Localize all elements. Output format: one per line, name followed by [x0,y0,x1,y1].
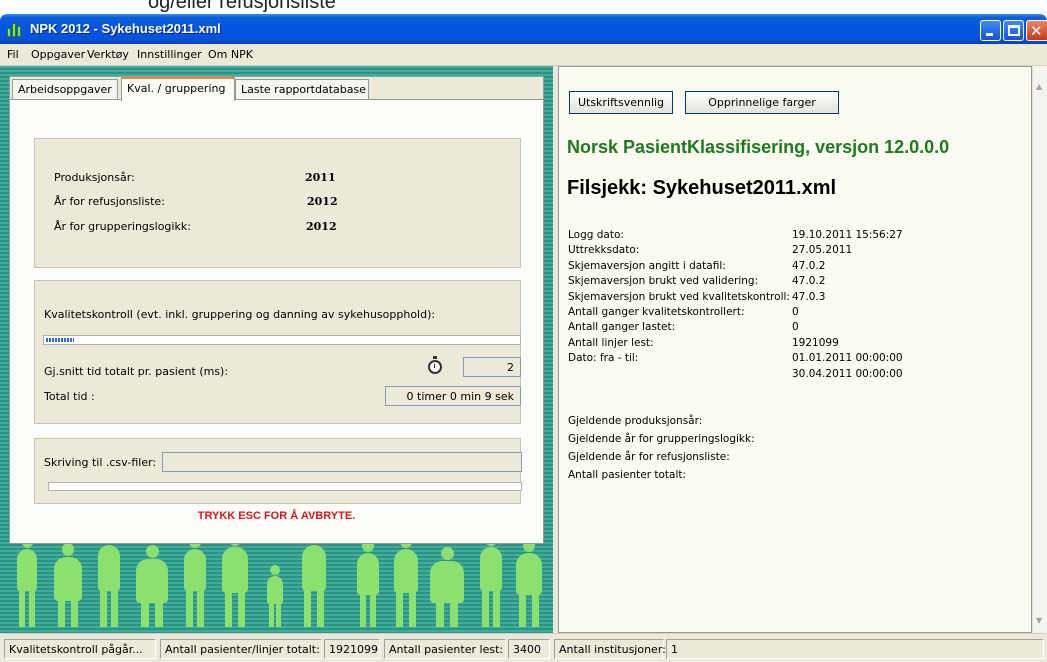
stopwatch-icon [428,356,442,374]
background-window-text: og/eller refusjonsliste [0,0,1047,14]
refusjonsliste-year-label: År for refusjonsliste: [54,195,165,208]
silhouette-figure [392,535,420,627]
menu-innstillinger[interactable]: Innstillinger [137,48,202,61]
minimize-icon [986,33,993,36]
abort-hint: TRYKK ESC FOR Å AVBRYTE. [197,510,356,522]
print-friendly-button[interactable]: Utskriftsvennlig [569,91,673,114]
report-subheading: Filsjekk: Sykehuset2011.xml [567,177,837,199]
silhouette-child-figure [266,565,284,627]
silhouette-figure [514,539,544,627]
report-row-value: 27.05.2011 [792,244,853,256]
menu-oppgaver[interactable]: Oppgaver [31,48,85,61]
report-summary-label: Gjeldende år for grupperingslogikk: [568,433,755,445]
silhouette-figure [356,539,380,627]
status-patients-total-value: 1921099 [324,639,380,659]
report-row-label: Skjemaversjon brukt ved kvalitetskontrol… [568,291,790,303]
quality-control-progress-fill [46,338,74,342]
quality-control-label: Kvalitetskontroll (evt. inkl. gruppering… [44,308,436,321]
silhouette-figure [182,535,208,627]
status-institutions-label: Antall institusjoner: [554,639,666,659]
total-time-field: 0 timer 0 min 9 sek [385,386,521,406]
report-row-value: 47.0.2 [792,260,826,272]
npk-app-icon [7,22,23,37]
produksjonsar-label: Produksjonsår: [54,171,135,184]
grupperingslogikk-year-value: 2012 [306,220,337,233]
silhouette-figure [428,547,466,627]
report-summary-label: Gjeldende produksjonsår: [568,415,703,427]
report-row-label: Antall linjer lest: [568,337,654,349]
maximize-icon [1008,25,1020,36]
csv-output-progress-bar [48,482,522,491]
silhouette-figure [52,543,84,627]
report-row-label: Antall ganger lastet: [568,321,676,333]
report-heading: Norsk PasientKlassifisering, versjon 12.… [567,137,950,157]
report-row-value: 01.01.2011 00:00:00 [792,352,903,364]
original-colors-button[interactable]: Opprinnelige farger [685,91,839,114]
silhouette-figure [478,533,504,627]
silhouette-figure [300,531,328,627]
silhouette-figure [96,531,122,627]
status-bar: Kvalitetskontroll pågår... Antall pasien… [0,633,1047,662]
report-row-label: Dato: fra - til: [568,352,639,364]
status-patients-read-label: Antall pasienter lest: [384,639,506,659]
report-summary-label: Antall pasienter totalt: [568,469,687,481]
report-summary-label: Gjeldende år for refusjonsliste: [568,451,730,463]
menu-om-npk[interactable]: Om NPK [208,48,253,61]
report-scrollbar[interactable]: ▲ ▼ [1032,66,1047,633]
years-group: Produksjonsår: 2011 År for refusjonslist… [34,138,521,268]
menu-bar: Fil Oppgaver Verktøy Innstillinger Om NP… [0,44,1047,66]
close-icon: ✕ [1030,22,1043,40]
report-row-value: 0 [792,321,799,333]
tab-content-kval-gruppering: Produksjonsår: 2011 År for refusjonslist… [10,99,543,543]
left-pane: Arbeidsoppgaver Kval. / gruppering Laste… [0,66,553,633]
background-window-caption: og/eller refusjonsliste [148,0,336,13]
minimize-button[interactable] [980,20,1001,41]
silhouette-figure [220,533,250,627]
status-state: Kvalitetskontroll pågår... [4,639,156,659]
scroll-up-icon[interactable]: ▲ [1036,82,1042,91]
menu-fil[interactable]: Fil [7,48,19,61]
report-row-value: 1921099 [792,337,839,349]
tab-arbeidsoppgaver[interactable]: Arbeidsoppgaver [12,79,118,100]
quality-control-progress-bar [43,335,521,345]
status-institutions-value: 1 [666,639,1044,659]
quality-control-group: Kvalitetskontroll (evt. inkl. gruppering… [34,280,521,424]
csv-output-field [162,452,522,472]
status-patients-read-value: 3400 [508,639,550,659]
maximize-button[interactable] [1003,20,1024,41]
report-row-label: Logg dato: [568,229,624,241]
report-row-value: 47.0.3 [792,291,826,303]
close-button[interactable]: ✕ [1026,20,1047,41]
menu-verktoy[interactable]: Verktøy [87,48,129,61]
report-row-value: 30.04.2011 00:00:00 [792,368,903,380]
title-bar[interactable]: NPK 2012 - Sykehuset2011.xml ✕ [0,14,1047,44]
report-row-label: Uttrekksdato: [568,244,640,256]
grupperingslogikk-year-label: År for grupperingslogikk: [54,220,191,233]
avg-time-label: Gj.snitt tid totalt pr. pasient (ms): [44,365,229,378]
report-row-label: Skjemaversjon brukt ved validering: [568,275,759,287]
tab-kval-gruppering[interactable]: Kval. / gruppering [121,77,235,101]
csv-output-group: Skriving til .csv-filer: [34,438,522,504]
total-time-label: Total tid : [44,390,95,403]
avg-time-field: 2 [463,357,521,377]
report-row-value: 0 [792,306,799,318]
silhouette-figure [134,545,170,627]
window-title: NPK 2012 - Sykehuset2011.xml [30,21,221,36]
report-row-label: Antall ganger kvalitetskontrollert: [568,306,745,318]
report-row-value: 19.10.2011 15:56:27 [792,229,903,241]
scroll-down-icon[interactable]: ▼ [1036,616,1042,625]
tab-panel: Arbeidsoppgaver Kval. / gruppering Laste… [9,76,544,544]
tab-laste-rapportdatabase[interactable]: Laste rapportdatabase [235,79,369,100]
report-row-value: 47.0.2 [792,275,826,287]
report-pane: Utskriftsvennlig Opprinnelige farger Nor… [558,66,1032,633]
produksjonsar-value: 2011 [305,171,336,184]
csv-output-label: Skriving til .csv-filer: [44,456,157,469]
status-patients-total-label: Antall pasienter/linjer totalt: [160,639,322,659]
report-row-label: Skjemaversjon angitt i datafil: [568,260,726,272]
refusjonsliste-year-value: 2012 [307,195,338,208]
silhouette-figure [14,535,40,627]
